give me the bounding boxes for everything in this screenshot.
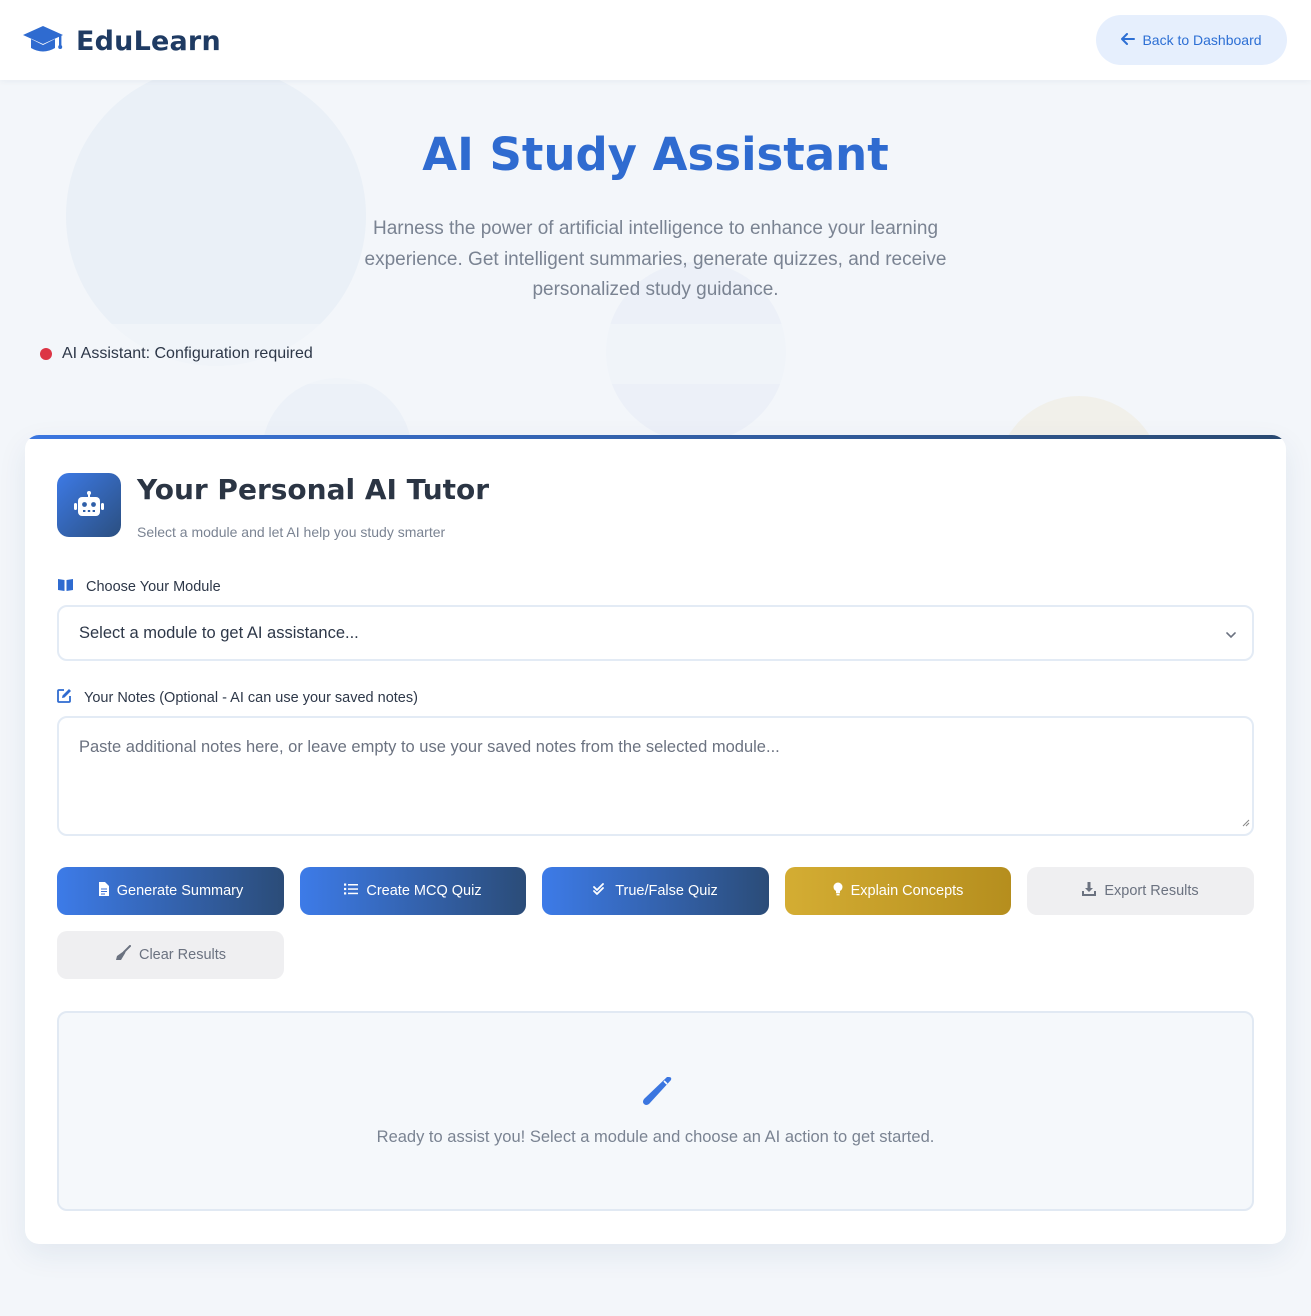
export-results-label: Export Results <box>1104 883 1199 899</box>
resize-grip-icon[interactable] <box>1241 813 1250 832</box>
card-accent-bar <box>25 435 1286 439</box>
ai-results-panel: Ready to assist you! Select a module and… <box>57 1011 1254 1211</box>
true-false-quiz-button[interactable]: True/False Quiz <box>542 867 769 915</box>
results-placeholder-text: Ready to assist you! Select a module and… <box>376 1128 935 1146</box>
status-indicator-dot <box>40 348 52 360</box>
edit-icon <box>57 688 72 707</box>
export-results-button[interactable]: Export Results <box>1027 867 1254 915</box>
tutor-subtitle: Select a module and let AI help you stud… <box>137 524 446 540</box>
arrow-left-icon <box>1121 32 1136 48</box>
true-false-label: True/False Quiz <box>615 883 718 899</box>
graduation-cap-icon <box>22 22 64 61</box>
module-select[interactable]: Select a module to get AI assistance... <box>57 605 1254 661</box>
lightbulb-icon <box>833 882 843 900</box>
decorative-circle <box>66 66 366 366</box>
notes-textarea[interactable]: Paste additional notes here, or leave em… <box>57 716 1254 836</box>
clear-results-label: Clear Results <box>138 947 227 963</box>
notes-label: Your Notes (Optional - AI can use your s… <box>57 688 418 707</box>
notes-label-text: Your Notes (Optional - AI can use your s… <box>84 689 418 706</box>
clear-results-button[interactable]: Clear Results <box>57 931 284 979</box>
back-button-label: Back to Dashboard <box>1142 32 1262 48</box>
explain-concepts-button[interactable]: Explain Concepts <box>785 867 1011 915</box>
brand-logo[interactable]: EduLearn <box>22 22 221 61</box>
brand-name: EduLearn <box>76 26 221 57</box>
create-mcq-quiz-button[interactable]: Create MCQ Quiz <box>300 867 526 915</box>
tutor-title: Your Personal AI Tutor <box>137 473 490 506</box>
magic-wand-icon <box>639 1073 675 1114</box>
download-icon <box>1082 882 1097 900</box>
back-to-dashboard-button[interactable]: Back to Dashboard <box>1096 15 1287 65</box>
module-label-text: Choose Your Module <box>86 579 221 595</box>
ai-status-bar: AI Assistant: Configuration required <box>26 324 1286 384</box>
page-title: AI Study Assistant <box>422 128 889 181</box>
page-subtitle: Harness the power of artificial intellig… <box>364 218 947 300</box>
generate-summary-label: Generate Summary <box>116 883 244 899</box>
generate-summary-button[interactable]: Generate Summary <box>57 867 284 915</box>
create-mcq-label: Create MCQ Quiz <box>366 883 482 899</box>
top-navbar: EduLearn Back to Dashboard <box>0 0 1311 80</box>
double-check-icon <box>593 883 607 899</box>
notes-placeholder: Paste additional notes here, or leave em… <box>79 738 780 756</box>
ai-tutor-card: Your Personal AI Tutor Select a module a… <box>25 435 1286 1244</box>
status-text: AI Assistant: Configuration required <box>62 345 313 362</box>
list-icon <box>344 883 359 899</box>
file-text-icon <box>98 882 109 900</box>
explain-concepts-label: Explain Concepts <box>850 883 964 899</box>
chevron-down-icon <box>1226 625 1236 644</box>
broom-icon <box>115 945 131 965</box>
robot-icon <box>57 473 121 537</box>
module-label: Choose Your Module <box>57 578 221 596</box>
module-select-value: Select a module to get AI assistance... <box>79 623 359 642</box>
book-open-icon <box>57 578 74 596</box>
